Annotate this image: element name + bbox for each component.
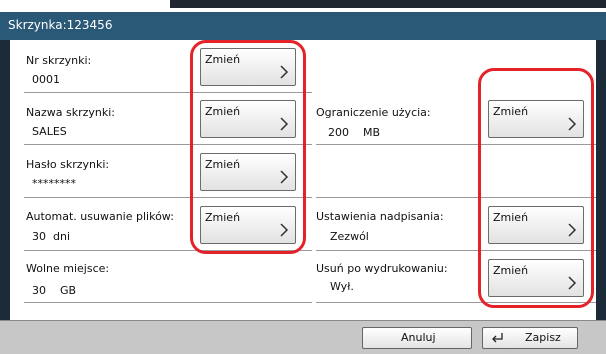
chevron-right-icon — [568, 117, 577, 131]
enter-icon — [492, 333, 503, 343]
box-number-label: Nr skrzynki: — [26, 54, 92, 67]
divider — [316, 302, 596, 303]
auto-delete-value: 30 dni — [32, 230, 71, 243]
divider — [316, 250, 596, 251]
free-space-label: Wolne miejsce: — [26, 262, 110, 275]
box-number-value: 0001 — [32, 73, 60, 86]
box-name-label: Nazwa skrzynki: — [26, 106, 115, 119]
box-password-value: ******** — [32, 177, 76, 190]
overwrite-label: Ustawienia nadpisania: — [316, 210, 444, 223]
divider — [24, 144, 312, 145]
top-dark-bar — [170, 0, 606, 8]
window-title: Skrzynka:123456 — [0, 12, 606, 40]
change-auto-delete-button[interactable]: Zmień — [200, 206, 296, 244]
divider — [24, 250, 312, 251]
change-box-password-button[interactable]: Zmień — [200, 153, 296, 191]
chevron-right-icon — [280, 117, 289, 131]
auto-delete-label: Automat. usuwanie plików: — [26, 210, 174, 223]
free-space-value: 30 GB — [32, 284, 77, 297]
divider — [24, 197, 312, 198]
divider — [24, 92, 312, 93]
divider — [316, 144, 596, 145]
chevron-right-icon — [280, 223, 289, 237]
divider — [316, 197, 596, 198]
change-delete-after-print-button[interactable]: Zmień — [488, 259, 584, 297]
chevron-right-icon — [280, 65, 289, 79]
change-overwrite-button[interactable]: Zmień — [488, 206, 584, 244]
footer-bar: Anuluj Zapisz — [0, 320, 606, 354]
settings-panel: Nr skrzynki: 0001 Nazwa skrzynki: SALES … — [10, 40, 596, 320]
divider — [24, 302, 312, 303]
box-settings-window: Skrzynka:123456 Nr skrzynki: 0001 Nazwa … — [0, 12, 606, 354]
top-edge — [0, 0, 606, 12]
chevron-right-icon — [280, 170, 289, 184]
chevron-right-icon — [568, 276, 577, 290]
box-name-value: SALES — [32, 125, 67, 138]
usage-limit-value: 200 MB — [328, 126, 381, 139]
overwrite-value: Zezwól — [330, 230, 369, 243]
change-box-number-button[interactable]: Zmień — [200, 48, 296, 86]
save-button[interactable]: Zapisz — [482, 327, 578, 349]
change-box-name-button[interactable]: Zmień — [200, 100, 296, 138]
change-usage-limit-button[interactable]: Zmień — [488, 100, 584, 138]
delete-after-print-value: Wył. — [330, 280, 354, 293]
box-password-label: Hasło skrzynki: — [26, 158, 110, 171]
chevron-right-icon — [568, 223, 577, 237]
cancel-button[interactable]: Anuluj — [362, 327, 472, 349]
usage-limit-label: Ograniczenie użycia: — [316, 106, 431, 119]
delete-after-print-label: Usuń po wydrukowaniu: — [316, 262, 448, 275]
